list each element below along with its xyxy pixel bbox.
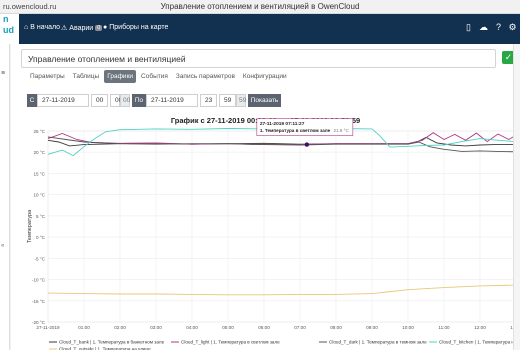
x-tick-label: 02:00 <box>114 325 126 330</box>
legend-entry-3: Cloud_T_kitchen | 1. Температура на кухн… <box>439 340 520 345</box>
help-icon[interactable]: ? <box>493 22 504 33</box>
map-marker-icon: ● <box>103 24 108 31</box>
x-tick-label: 06:00 <box>258 325 270 330</box>
warning-icon: ⚠ <box>61 25 68 32</box>
x-tick-label: 05:00 <box>222 325 234 330</box>
settings-icon[interactable]: ⚙ <box>507 22 518 33</box>
legend-entry-2: Cloud_T_dark | 1. Температура в темном з… <box>329 340 427 345</box>
plot-area <box>47 130 517 323</box>
y-tick-label: 5 °C <box>36 214 46 219</box>
x-tick-label: 04:00 <box>186 325 198 330</box>
y-tick-label: 10 °C <box>33 193 45 198</box>
window-title: Управление отоплением и вентиляцией в Ow… <box>160 2 360 11</box>
y-tick-label: 25 °C <box>33 129 45 134</box>
nav-map[interactable]: ● Приборы на карте <box>103 24 168 31</box>
x-tick-label: 09:00 <box>366 325 378 330</box>
logo-line-2: ud <box>3 25 14 35</box>
x-tick-label: 11:00 <box>438 325 450 330</box>
y-tick-label: 15 °C <box>33 171 45 176</box>
x-tick-label: 07:00 <box>294 325 306 330</box>
home-icon: ⌂ <box>24 24 29 31</box>
collapse-arrow-icon[interactable]: « <box>1 243 4 249</box>
y-tick-label: 20 °C <box>33 150 45 155</box>
tooltip-series: 1. Температура в светлом зале <box>260 128 331 133</box>
temperature-chart[interactable]: 25 °C 20 °C 15 °C 10 °C 5 °C 0 °C -5 °C -10 °C -… <box>11 44 520 350</box>
browser-titlebar: ru.owencloud.ru Управление отоплением и … <box>0 0 520 14</box>
x-tick-label: 27-11-2019 <box>36 325 60 330</box>
y-axis-label: Температура <box>27 209 33 243</box>
x-tick-label: 10:00 <box>402 325 414 330</box>
logo-line-1: n <box>3 14 9 24</box>
nav-home-label: В начало <box>30 24 61 31</box>
menu-icon[interactable]: ≡ <box>1 70 5 77</box>
y-tick-label: -10 °C <box>32 278 46 283</box>
x-tick-label: 01:00 <box>78 325 90 330</box>
x-tick-label: 08:00 <box>330 325 342 330</box>
tooltip-point-marker <box>304 142 310 147</box>
main-content: Управление отоплением и вентиляцией ✓ Па… <box>11 44 520 350</box>
nav-alarms[interactable]: ⚠ Аварии 0 <box>61 24 103 32</box>
legend-entry-0: Cloud_T_bank | 1. Температура в банкетно… <box>59 340 165 345</box>
document-icon[interactable]: ▯ <box>463 22 474 33</box>
y-tick-label: 0 °C <box>36 235 46 240</box>
top-navbar: n ud ⌂ В начало ⚠ Аварии 0 ● Приборы на … <box>0 14 520 44</box>
y-tick-label: -15 °C <box>32 299 46 304</box>
legend-entry-4: Cloud_T_outside | 1. Температура на улиц… <box>59 347 151 350</box>
x-tick-label: 12:00 <box>474 325 486 330</box>
tooltip-time: 27-11-2019 07:11:27 <box>260 121 305 127</box>
y-tick-label: -5 °C <box>34 256 45 261</box>
x-tick-label: 03:00 <box>150 325 162 330</box>
alarms-count-badge: 0 <box>95 25 103 31</box>
nav-home[interactable]: ⌂ В начало <box>24 24 60 31</box>
nav-alarms-label: Аварии <box>69 24 94 32</box>
right-scrollbar[interactable] <box>513 44 520 350</box>
left-sidebar: ≡ « <box>0 44 10 350</box>
owencloud-logo[interactable]: n ud <box>0 14 19 44</box>
legend-entry-1: Cloud_T_light | 1. Температура в светлом… <box>181 340 280 345</box>
nav-map-label: Приборы на карте <box>109 24 169 31</box>
cloud-upload-icon[interactable]: ☁ <box>478 22 489 33</box>
tooltip-value: 21.8 °C <box>333 128 349 133</box>
